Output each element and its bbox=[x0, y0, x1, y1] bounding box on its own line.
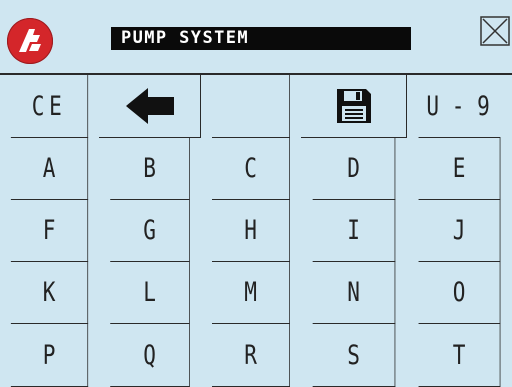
screen: PUMP SYSTEM CE U - 9 A B C D E F G H I J… bbox=[0, 0, 512, 387]
keypad-grid: CE U - 9 A B C D E F G H I J K L M N O P… bbox=[0, 73, 512, 387]
floppy-disk-icon bbox=[336, 89, 371, 123]
key-b[interactable]: B bbox=[110, 138, 190, 200]
key-t[interactable]: T bbox=[418, 324, 501, 387]
key-f[interactable]: F bbox=[10, 200, 89, 262]
key-e[interactable]: E bbox=[418, 138, 501, 200]
key-n[interactable]: N bbox=[312, 262, 396, 324]
key-o[interactable]: O bbox=[418, 262, 501, 324]
logo-icon bbox=[7, 18, 53, 64]
key-j[interactable]: J bbox=[418, 200, 501, 262]
save-button[interactable] bbox=[301, 75, 407, 138]
header: PUMP SYSTEM bbox=[0, 0, 512, 73]
clear-entry-button[interactable]: CE bbox=[10, 75, 89, 138]
key-m[interactable]: M bbox=[212, 262, 290, 324]
key-l[interactable]: L bbox=[110, 262, 190, 324]
page-range-button[interactable]: U - 9 bbox=[418, 75, 501, 138]
page-title: PUMP SYSTEM bbox=[111, 27, 411, 50]
key-k[interactable]: K bbox=[10, 262, 89, 324]
key-p[interactable]: P bbox=[10, 324, 89, 387]
key-s[interactable]: S bbox=[312, 324, 396, 387]
key-d[interactable]: D bbox=[312, 138, 396, 200]
close-button[interactable] bbox=[480, 16, 510, 46]
left-arrow-icon bbox=[125, 88, 174, 124]
key-q[interactable]: Q bbox=[110, 324, 190, 387]
key-g[interactable]: G bbox=[110, 200, 190, 262]
close-icon bbox=[480, 16, 510, 46]
blank-key bbox=[212, 75, 290, 138]
key-i[interactable]: I bbox=[312, 200, 396, 262]
key-a[interactable]: A bbox=[10, 138, 89, 200]
key-h[interactable]: H bbox=[212, 200, 290, 262]
backspace-button[interactable] bbox=[99, 75, 201, 138]
key-r[interactable]: R bbox=[212, 324, 290, 387]
key-c[interactable]: C bbox=[212, 138, 290, 200]
